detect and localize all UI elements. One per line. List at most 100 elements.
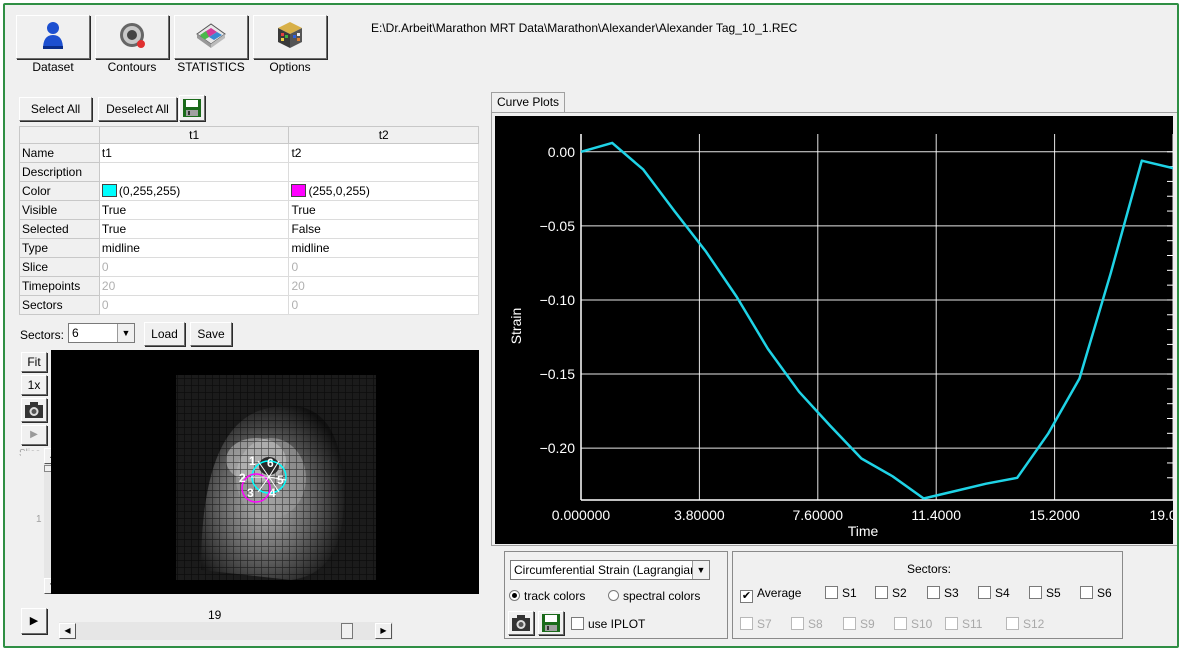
cell-t1-visible[interactable]: True <box>98 200 290 220</box>
sector-label: S2 <box>892 586 907 600</box>
time-slider-thumb[interactable] <box>341 623 353 639</box>
statistics-icon <box>196 23 226 48</box>
cell-t1-type[interactable]: midline <box>98 238 290 258</box>
x-axis-label: Time <box>848 523 879 539</box>
track-colors-radio[interactable] <box>509 590 520 601</box>
measure-select[interactable]: Circumferential Strain (Lagrangian) ▼ <box>510 560 710 580</box>
sector-checkbox[interactable] <box>875 586 888 599</box>
contours-button[interactable] <box>95 15 169 59</box>
track-colors-option[interactable]: track colors <box>509 589 585 603</box>
cell-t2-type[interactable]: midline <box>288 238 479 258</box>
sector-label: S7 <box>757 617 772 631</box>
slice-value: 1 <box>36 514 42 525</box>
spectral-colors-radio[interactable] <box>608 590 619 601</box>
track-colors-label: track colors <box>524 589 586 603</box>
zoom-1x-button[interactable]: 1x <box>21 375 47 395</box>
sector-checkbox[interactable] <box>1080 586 1093 599</box>
select-all-button[interactable]: Select All <box>19 97 92 121</box>
cell-t1-description[interactable] <box>98 162 290 182</box>
load-sectors-button[interactable]: Load <box>144 322 185 346</box>
color-swatch-t2[interactable] <box>291 184 307 197</box>
cell-t1-selected[interactable]: True <box>98 219 290 239</box>
y-tick-label: −0.15 <box>540 366 576 382</box>
table-row: Slice 0 0 <box>19 257 479 277</box>
fit-button[interactable]: Fit <box>21 352 47 372</box>
camera-icon <box>512 615 530 631</box>
play-time-button[interactable]: ▶ <box>21 608 47 634</box>
sector-checkbox <box>740 617 753 630</box>
row-label: Description <box>19 162 100 182</box>
sector-option-s6[interactable]: S6 <box>1080 586 1112 600</box>
dataset-label: Dataset <box>32 60 74 74</box>
sector-option-average[interactable]: ✔ Average <box>740 586 801 603</box>
table-row: Name t1 t2 <box>19 143 479 163</box>
options-label: Options <box>269 60 311 74</box>
table-row: Selected True False <box>19 219 479 239</box>
chevron-down-icon[interactable]: ▼ <box>692 561 709 579</box>
cell-t1-name[interactable]: t1 <box>98 143 290 163</box>
y-tick-label: −0.05 <box>540 218 576 234</box>
sector-option-s5[interactable]: S5 <box>1029 586 1061 600</box>
cell-t2-visible[interactable]: True <box>288 200 479 220</box>
time-slider[interactable]: ◀ ▶ <box>59 622 393 640</box>
sector-checkbox[interactable] <box>978 586 991 599</box>
chart-svg: 0.000000 3.80000 7.60000 11.4000 15.2000 19. 0… <box>508 134 1177 539</box>
sectors-value: 6 <box>72 326 79 340</box>
mri-image: 1 2 3 4 5 6 <box>176 375 376 580</box>
sector-number-1: 1 <box>249 454 256 468</box>
sector-checkbox[interactable] <box>825 586 838 599</box>
options-button[interactable] <box>253 15 327 59</box>
row-label: Type <box>19 238 100 258</box>
sectors-select[interactable]: 6 ▼ <box>68 323 135 343</box>
sector-checkbox <box>894 617 907 630</box>
plot-snapshot-button[interactable] <box>508 611 534 635</box>
chevron-down-icon[interactable]: ▼ <box>117 324 134 342</box>
sector-option-s2[interactable]: S2 <box>875 586 907 600</box>
cell-t1-color[interactable]: (0,255,255) <box>98 181 290 201</box>
use-iplot-option[interactable]: use IPLOT <box>571 617 645 631</box>
save-tracks-button[interactable] <box>179 95 205 121</box>
sector-checkbox[interactable]: ✔ <box>740 590 753 603</box>
save-sectors-button[interactable]: Save <box>190 322 232 346</box>
y-tick-label: 0.00 <box>548 144 575 160</box>
row-label: Slice <box>19 257 100 277</box>
deselect-all-button[interactable]: Deselect All <box>98 97 177 121</box>
cell-t2-sectors: 0 <box>288 295 479 315</box>
cube-icon <box>278 22 302 48</box>
sector-option-s10: S10 <box>894 617 932 631</box>
time-left-arrow-icon[interactable]: ◀ <box>59 623 76 639</box>
statistics-button[interactable] <box>174 15 248 59</box>
cell-t2-color[interactable]: (255,0,255) <box>288 181 479 201</box>
sector-label: S6 <box>1097 586 1112 600</box>
floppy-icon <box>542 614 560 632</box>
cell-t2-description[interactable] <box>288 162 479 182</box>
color-swatch-t1[interactable] <box>101 184 117 197</box>
cell-t1-sectors: 0 <box>98 295 290 315</box>
dataset-button[interactable] <box>16 15 90 59</box>
row-label: Sectors <box>19 295 100 315</box>
plot-save-button[interactable] <box>538 611 564 635</box>
x-tick-label: 3.80000 <box>674 507 725 523</box>
table-row: Type midline midline <box>19 238 479 258</box>
contours-label: Contours <box>107 60 157 74</box>
sector-label: S1 <box>842 586 857 600</box>
table-row: Timepoints 20 20 <box>19 276 479 296</box>
contours-icon <box>120 23 145 48</box>
spectral-colors-option[interactable]: spectral colors <box>608 589 700 603</box>
sector-checkbox[interactable] <box>927 586 940 599</box>
sector-label: S5 <box>1046 586 1061 600</box>
play-slice-button[interactable]: ▶ <box>21 425 47 445</box>
mri-image-viewer[interactable]: 1 2 3 4 5 6 <box>51 350 479 594</box>
tab-curve-plots[interactable]: Curve Plots <box>491 92 566 113</box>
sector-number-5: 5 <box>277 473 284 487</box>
snapshot-button[interactable] <box>21 398 47 422</box>
time-right-arrow-icon[interactable]: ▶ <box>375 623 392 639</box>
sector-option-s1[interactable]: S1 <box>825 586 857 600</box>
cell-t2-name[interactable]: t2 <box>288 143 479 163</box>
sector-option-s3[interactable]: S3 <box>927 586 959 600</box>
sector-option-s4[interactable]: S4 <box>978 586 1010 600</box>
cell-t2-selected[interactable]: False <box>288 219 479 239</box>
use-iplot-checkbox[interactable] <box>571 617 584 630</box>
sector-checkbox[interactable] <box>1029 586 1042 599</box>
track-properties-table: t1 t2 Name t1 t2 Description Color (0,25… <box>19 126 479 315</box>
